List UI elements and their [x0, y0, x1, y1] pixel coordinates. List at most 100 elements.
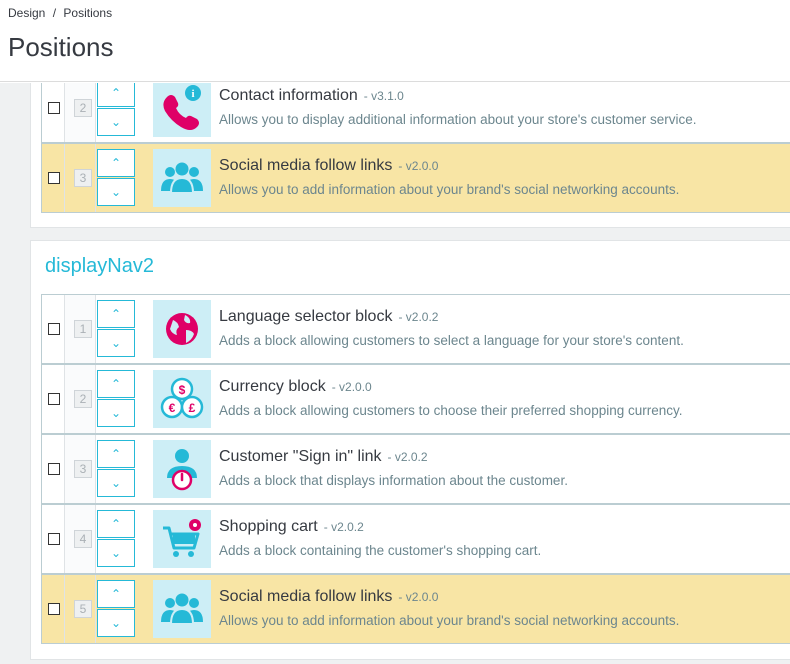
- svg-text:i: i: [191, 88, 194, 100]
- hook-panel-displaynav2: displayNav2 1 ⌃ ⌄ Language selector bloc…: [30, 240, 790, 660]
- module-version: - v2.0.2: [323, 520, 364, 534]
- position-number: 2: [74, 99, 92, 117]
- module-description: Adds a block containing the customer's s…: [219, 543, 542, 558]
- module-name-text: Customer "Sign in" link: [219, 448, 382, 465]
- module-name: Language selector block - v2.0.2: [219, 308, 438, 326]
- chevron-up-icon: ⌃: [110, 307, 122, 321]
- move-down-button[interactable]: ⌄: [97, 399, 135, 427]
- breadcrumb-separator: /: [52, 6, 57, 20]
- move-arrows: ⌃ ⌄: [97, 83, 135, 142]
- module-row-customer-sign-in[interactable]: 3 ⌃ ⌄ Customer "Sign in" link - v2.0.2 Ad…: [41, 434, 790, 504]
- module-name-text: Currency block: [219, 378, 326, 395]
- position-number: 3: [74, 460, 92, 478]
- move-arrows: ⌃ ⌄: [97, 435, 135, 503]
- module-name-text: Language selector block: [219, 308, 393, 325]
- move-down-button[interactable]: ⌄: [97, 469, 135, 497]
- move-up-button[interactable]: ⌃: [97, 300, 135, 328]
- module-name: Shopping cart - v2.0.2: [219, 518, 364, 536]
- chevron-up-icon: ⌃: [110, 587, 122, 601]
- module-version: - v2.0.0: [398, 590, 439, 604]
- move-up-button[interactable]: ⌃: [97, 370, 135, 398]
- chevron-down-icon: ⌄: [110, 476, 122, 490]
- position-column: 5: [64, 575, 96, 643]
- hook-title: displayNav2: [45, 255, 154, 277]
- hook-panel: 2 ⌃ ⌄ i Contact information - v3.1.0 Allo…: [30, 83, 790, 228]
- chevron-down-icon: ⌄: [110, 616, 122, 630]
- shopping-cart-icon: [153, 510, 211, 568]
- module-version: - v2.0.2: [387, 450, 428, 464]
- module-name: Customer "Sign in" link - v2.0.2: [219, 448, 428, 466]
- module-checkbox[interactable]: [48, 463, 60, 475]
- move-arrows: ⌃ ⌄: [97, 575, 135, 643]
- position-column: 2: [64, 83, 96, 142]
- contact-phone-icon: i: [153, 83, 211, 137]
- module-version: - v2.0.2: [398, 310, 439, 324]
- chevron-down-icon: ⌄: [110, 336, 122, 350]
- module-name: Contact information - v3.1.0: [219, 87, 404, 105]
- module-version: - v2.0.0: [398, 159, 439, 173]
- chevron-up-icon: ⌃: [110, 86, 122, 100]
- move-down-button[interactable]: ⌄: [97, 609, 135, 637]
- move-up-button[interactable]: ⌃: [97, 149, 135, 177]
- position-column: 1: [64, 295, 96, 363]
- module-checkbox[interactable]: [48, 172, 60, 184]
- module-version: - v3.1.0: [363, 89, 404, 103]
- module-name-text: Shopping cart: [219, 518, 318, 535]
- move-up-button[interactable]: ⌃: [97, 83, 135, 107]
- module-name: Currency block - v2.0.0: [219, 378, 372, 396]
- page-title: Positions: [8, 32, 114, 62]
- move-up-button[interactable]: ⌃: [97, 580, 135, 608]
- svg-text:€: €: [169, 401, 176, 415]
- position-number: 3: [74, 169, 92, 187]
- module-description: Adds a block allowing customers to selec…: [219, 333, 684, 348]
- page-header: Design / Positions Positions: [0, 0, 790, 82]
- position-number: 1: [74, 320, 92, 338]
- module-row-social-media[interactable]: 3 ⌃ ⌄ Social media follow links - v2.0.0: [41, 143, 790, 213]
- breadcrumb: Design / Positions: [8, 6, 112, 20]
- user-power-icon: [153, 440, 211, 498]
- move-down-button[interactable]: ⌄: [97, 108, 135, 136]
- move-down-button[interactable]: ⌄: [97, 178, 135, 206]
- module-name: Social media follow links - v2.0.0: [219, 157, 438, 175]
- svg-text:£: £: [189, 401, 196, 415]
- module-checkbox[interactable]: [48, 102, 60, 114]
- module-row-shopping-cart[interactable]: 4 ⌃ ⌄ Shopping cart - v2.0.2 Adds a bloc…: [41, 504, 790, 574]
- module-checkbox[interactable]: [48, 393, 60, 405]
- position-number: 2: [74, 390, 92, 408]
- move-down-button[interactable]: ⌄: [97, 329, 135, 357]
- module-checkbox[interactable]: [48, 603, 60, 615]
- chevron-up-icon: ⌃: [110, 517, 122, 531]
- move-arrows: ⌃ ⌄: [97, 505, 135, 573]
- move-up-button[interactable]: ⌃: [97, 510, 135, 538]
- move-down-button[interactable]: ⌄: [97, 539, 135, 567]
- social-people-icon: [153, 149, 211, 207]
- currency-coins-icon: $ € £: [153, 370, 211, 428]
- position-number: 4: [74, 530, 92, 548]
- module-name-text: Social media follow links: [219, 157, 393, 174]
- move-up-button[interactable]: ⌃: [97, 440, 135, 468]
- module-checkbox[interactable]: [48, 323, 60, 335]
- module-name-text: Contact information: [219, 87, 358, 104]
- module-description: Adds a block that displays information a…: [219, 473, 568, 488]
- module-description: Adds a block allowing customers to choos…: [219, 403, 683, 418]
- breadcrumb-design-link[interactable]: Design: [8, 6, 45, 20]
- chevron-down-icon: ⌄: [110, 546, 122, 560]
- module-description: Allows you to add information about your…: [219, 182, 680, 197]
- module-description: Allows you to display additional informa…: [219, 112, 697, 127]
- module-checkbox[interactable]: [48, 533, 60, 545]
- chevron-up-icon: ⌃: [110, 377, 122, 391]
- chevron-down-icon: ⌄: [110, 406, 122, 420]
- globe-icon: [153, 300, 211, 358]
- module-row-language-selector[interactable]: 1 ⌃ ⌄ Language selector block - v2.0.2 Ad…: [41, 294, 790, 364]
- module-row-social-media[interactable]: 5 ⌃ ⌄ Social media follow links - v2.0.0: [41, 574, 790, 644]
- module-row-contact-information[interactable]: 2 ⌃ ⌄ i Contact information - v3.1.0 Allo…: [41, 83, 790, 143]
- move-arrows: ⌃ ⌄: [97, 365, 135, 433]
- position-column: 4: [64, 505, 96, 573]
- move-arrows: ⌃ ⌄: [97, 144, 135, 212]
- chevron-down-icon: ⌄: [110, 185, 122, 199]
- positions-content[interactable]: 2 ⌃ ⌄ i Contact information - v3.1.0 Allo…: [0, 83, 790, 664]
- position-column: 3: [64, 144, 96, 212]
- chevron-up-icon: ⌃: [110, 447, 122, 461]
- module-row-currency-block[interactable]: 2 ⌃ ⌄ $ € £ Currency block- v2.0.0 Adds: [41, 364, 790, 434]
- breadcrumb-current: Positions: [63, 6, 113, 20]
